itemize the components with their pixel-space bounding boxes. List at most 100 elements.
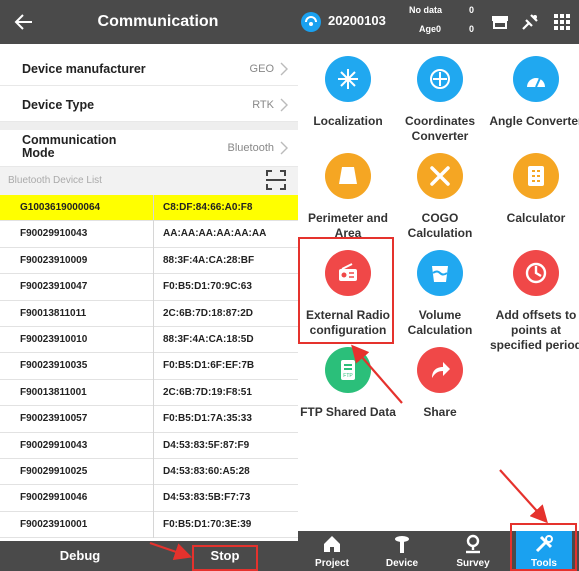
nav-device-label: Device <box>385 558 419 569</box>
device-name: F90013811001 <box>20 386 87 398</box>
coordinates-converter-icon <box>417 56 463 102</box>
tool-label: Angle Converter <box>489 114 579 128</box>
device-type-label: Device Type <box>22 98 95 112</box>
angle-converter-icon <box>513 56 559 102</box>
nav-project-label: Project <box>315 558 349 569</box>
communication-header: Communication <box>0 0 298 44</box>
tools-panel: 20200103 No data Age0 0 0 Localization Co… <box>298 0 579 571</box>
tool-label: Coordinates Converter <box>404 114 475 143</box>
device-address: 88:3F:4A:CA:28:BF <box>163 254 255 266</box>
nav-survey-label: Survey <box>456 558 490 569</box>
nav-survey[interactable]: Survey <box>445 531 501 571</box>
bluetooth-list-header: Bluetooth Device List <box>0 167 298 195</box>
calculator-icon <box>513 153 559 199</box>
device-row[interactable]: F90023910009 88:3F:4A:CA:28:BF <box>0 247 298 275</box>
device-manufacturer-row[interactable]: Device manufacturer GEO <box>0 50 298 86</box>
tool-label: Volume Calculation <box>407 308 473 337</box>
device-row[interactable]: F90013811011 2C:6B:7D:18:87:2D <box>0 300 298 327</box>
device-row[interactable]: F90023910001 F0:B5:D1:70:3E:39 <box>0 511 298 539</box>
satellite-icon[interactable] <box>520 12 540 32</box>
device-row[interactable]: F90023910010 88:3F:4A:CA:18:5D <box>0 327 298 354</box>
project-name: 20200103 <box>328 13 386 28</box>
device-name: F90023910001 <box>20 518 88 530</box>
chevron-right-icon <box>280 62 288 76</box>
external-radio-highlight-box <box>298 237 394 344</box>
device-type-value: RTK <box>252 99 274 111</box>
tool-share[interactable]: Share <box>390 347 490 420</box>
age-status: Age0 <box>419 24 442 34</box>
device-name: F90029910043 <box>20 228 88 240</box>
app-logo-icon <box>301 12 321 32</box>
scan-icon[interactable] <box>264 168 288 192</box>
device-name: F90029910046 <box>20 492 88 504</box>
debug-button[interactable]: Debug <box>0 541 160 571</box>
tool-angle-converter[interactable]: Angle Converter <box>486 56 579 129</box>
location-pin-icon <box>466 534 480 554</box>
tool-coordinates-converter[interactable]: Coordinates Converter <box>390 56 490 144</box>
device-row[interactable]: F90029910043 AA:AA:AA:AA:AA:AA <box>0 221 298 248</box>
grid-menu-icon[interactable] <box>552 12 572 32</box>
device-row[interactable]: F90013811001 2C:6B:7D:19:F8:51 <box>0 379 298 407</box>
device-name: F90023910035 <box>20 360 88 372</box>
device-address: C8:DF:84:66:A0:F8 <box>163 202 253 213</box>
communication-mode-label: Communication Mode <box>22 133 117 160</box>
tool-cogo[interactable]: COGO Calculation <box>390 153 490 241</box>
device-manufacturer-label: Device manufacturer <box>22 62 146 76</box>
share-icon <box>417 347 463 393</box>
tool-label: Share <box>423 405 457 419</box>
svg-text:FTP: FTP <box>343 373 353 379</box>
device-name: F90013811011 <box>20 307 87 319</box>
device-address: F0:B5:D1:7A:35:33 <box>163 413 252 425</box>
bluetooth-list-title: Bluetooth Device List <box>8 175 102 186</box>
satellite-count-2: 0 <box>469 24 475 34</box>
device-row[interactable]: F90029910025 D4:53:83:60:A5:28 <box>0 459 298 486</box>
device-address: F0:B5:D1:70:9C:63 <box>163 281 252 293</box>
tools-header: 20200103 No data Age0 0 0 <box>298 0 579 44</box>
tool-localization[interactable]: Localization <box>298 56 398 129</box>
tool-volume[interactable]: Volume Calculation <box>390 250 490 338</box>
device-address: 2C:6B:7D:18:87:2D <box>163 307 254 319</box>
device-row[interactable]: F90029910046 D4:53:83:5B:F7:73 <box>0 485 298 512</box>
device-address: AA:AA:AA:AA:AA:AA <box>163 228 267 240</box>
device-manufacturer-value: GEO <box>249 63 274 75</box>
gnss-receiver-icon <box>395 536 409 553</box>
device-row[interactable]: G1003619000064 C8:DF:84:66:A0:F8 <box>0 195 298 222</box>
nav-device[interactable]: Device <box>374 531 430 571</box>
tool-label: COGO Calculation <box>407 211 473 240</box>
section-divider <box>0 122 298 130</box>
device-address: D4:53:83:60:A5:28 <box>163 466 250 477</box>
page-title: Communication <box>97 13 219 30</box>
device-name: F90023910047 <box>20 281 88 293</box>
tool-ftp[interactable]: FTP FTP Shared Data <box>298 347 398 420</box>
tool-add-offsets[interactable]: Add offsets to points at specified perio… <box>486 250 579 353</box>
column-divider <box>153 195 154 538</box>
device-address: 2C:6B:7D:19:F8:51 <box>163 386 252 398</box>
device-name: F90023910057 <box>20 413 88 425</box>
device-type-row[interactable]: Device Type RTK <box>0 86 298 122</box>
tool-perimeter-area[interactable]: Perimeter and Area <box>298 153 398 241</box>
device-name: G1003619000064 <box>20 202 101 213</box>
chevron-right-icon <box>280 141 288 155</box>
nav-project[interactable]: Project <box>304 531 360 571</box>
tool-label: Add offsets to points at specified perio… <box>489 308 579 352</box>
device-row[interactable]: F90023910035 F0:B5:D1:6F:EF:7B <box>0 353 298 380</box>
device-row[interactable]: F90023910057 F0:B5:D1:7A:35:33 <box>0 406 298 433</box>
device-name: F90023910009 <box>20 254 88 266</box>
satellite-count: 0 <box>469 5 475 15</box>
device-name: F90023910010 <box>20 334 88 345</box>
device-address: F0:B5:D1:6F:EF:7B <box>163 360 255 372</box>
tool-label: FTP Shared Data <box>300 405 396 419</box>
device-row[interactable]: F90029910043 D4:53:83:5F:87:F9 <box>0 432 298 459</box>
device-row[interactable]: F90023910047 F0:B5:D1:70:9C:63 <box>0 274 298 301</box>
tool-calculator[interactable]: Calculator <box>486 153 579 226</box>
receiver-icon[interactable] <box>490 12 510 32</box>
communication-panel: Communication Device manufacturer GEO De… <box>0 0 298 571</box>
device-name: F90029910043 <box>20 439 88 451</box>
communication-mode-row[interactable]: Communication Mode Bluetooth <box>0 130 298 167</box>
localization-icon <box>325 56 371 102</box>
tool-label: Localization <box>313 114 383 128</box>
add-offsets-icon <box>513 250 559 296</box>
tool-label: Calculator <box>506 211 566 225</box>
device-name: F90029910025 <box>20 466 88 477</box>
device-address: F0:B5:D1:70:3E:39 <box>163 518 252 530</box>
